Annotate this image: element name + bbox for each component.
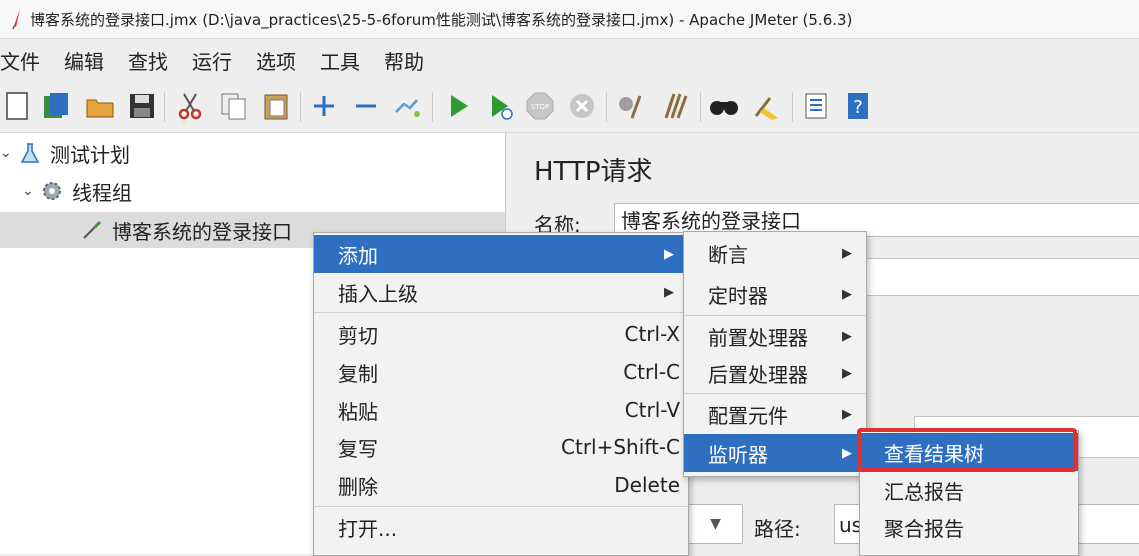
submenu-arrow-icon: ▶	[842, 445, 852, 461]
shortcut-label: Ctrl-V	[624, 398, 680, 422]
chevron-down-icon[interactable]: ⌄	[0, 145, 18, 161]
menu-config-element[interactable]: 配置元件 ▶	[684, 395, 866, 433]
submenu-arrow-icon: ▶	[842, 286, 852, 302]
menu-insert-parent[interactable]: 插入上级 ▶	[314, 273, 688, 311]
toolbar: STOP ?	[0, 80, 1139, 133]
stop-icon[interactable]: STOP	[524, 90, 556, 122]
pipette-icon	[83, 220, 102, 239]
menu-file[interactable]: 文件	[0, 46, 48, 75]
submenu-arrow-icon: ▶	[664, 246, 674, 262]
menu-summary-report[interactable]: 汇总报告	[860, 471, 1078, 509]
tree-node-thread-group[interactable]: ⌄ 线程组	[22, 173, 132, 209]
shortcut-label: Ctrl+Shift-C	[561, 435, 680, 459]
panel-title: HTTP请求	[534, 157, 653, 187]
path-label: 路径:	[754, 517, 801, 541]
menu-separator	[684, 315, 866, 316]
menu-assertions[interactable]: 断言 ▶	[684, 234, 866, 272]
gear-icon	[43, 182, 61, 200]
menu-timer[interactable]: 定时器 ▶	[684, 275, 866, 313]
open-icon[interactable]	[84, 90, 116, 122]
menu-paste[interactable]: 粘贴 Ctrl-V	[314, 391, 688, 429]
menu-open[interactable]: 打开...	[314, 508, 688, 546]
menu-listener[interactable]: 监听器 ▶	[684, 434, 866, 472]
submenu-arrow-icon: ▶	[842, 406, 852, 422]
tree-node-label: 测试计划	[50, 142, 130, 167]
shutdown-icon[interactable]	[566, 90, 598, 122]
add-submenu: 断言 ▶ 定时器 ▶ 前置处理器 ▶ 后置处理器 ▶ 配置元件 ▶ 监听器 ▶	[683, 231, 867, 477]
toggle-icon[interactable]	[390, 90, 422, 122]
submenu-arrow-icon: ▶	[842, 245, 852, 261]
window-title: 博客系统的登录接口.jmx (D:\java_practices\25-5-6f…	[30, 10, 853, 29]
toolbar-separator	[164, 92, 165, 122]
chevron-down-icon[interactable]: ⌄	[22, 183, 40, 199]
submenu-arrow-icon: ▶	[842, 365, 852, 381]
menu-options[interactable]: 选项	[256, 46, 304, 75]
jmeter-feather-icon	[12, 9, 20, 30]
toolbar-separator	[700, 92, 701, 122]
expand-icon[interactable]	[308, 90, 340, 122]
menu-help[interactable]: 帮助	[384, 46, 432, 75]
toolbar-separator	[300, 92, 301, 122]
menu-run[interactable]: 运行	[192, 46, 240, 75]
menu-post-processors[interactable]: 后置处理器 ▶	[684, 354, 866, 392]
clear-all-icon[interactable]	[658, 90, 690, 122]
start-icon[interactable]	[442, 90, 474, 122]
flask-icon	[20, 143, 40, 163]
help-icon[interactable]: ?	[842, 90, 874, 122]
chevron-down-icon: ▼	[710, 516, 721, 532]
paste-icon[interactable]	[260, 90, 292, 122]
menu-bar: 文件 编辑 查找 运行 选项 工具 帮助	[0, 42, 1139, 78]
annotation-highlight-box	[857, 428, 1077, 472]
menu-separator	[684, 393, 866, 394]
clear-icon[interactable]	[614, 90, 646, 122]
cut-icon[interactable]	[174, 90, 206, 122]
save-icon[interactable]	[126, 90, 158, 122]
new-icon[interactable]	[2, 90, 34, 122]
window-titlebar: 博客系统的登录接口.jmx (D:\java_practices\25-5-6f…	[0, 0, 1139, 39]
svg-text:?: ?	[853, 97, 863, 118]
svg-text:STOP: STOP	[531, 103, 549, 111]
templates-icon[interactable]	[40, 90, 72, 122]
menu-edit[interactable]: 编辑	[64, 46, 112, 75]
shortcut-label: Ctrl-C	[623, 360, 680, 384]
shortcut-label: Delete	[614, 473, 680, 497]
start-no-pause-icon[interactable]	[484, 90, 516, 122]
toolbar-separator	[606, 92, 607, 122]
tree-node-label: 线程组	[72, 180, 132, 205]
tree-node-test-plan[interactable]: ⌄ 测试计划	[0, 135, 130, 171]
menu-cut[interactable]: 剪切 Ctrl-X	[314, 315, 688, 353]
function-helper-icon[interactable]	[800, 90, 832, 122]
menu-separator	[314, 506, 688, 507]
menu-delete[interactable]: 删除 Delete	[314, 466, 688, 504]
search-icon[interactable]	[708, 90, 740, 122]
menu-search[interactable]: 查找	[128, 46, 176, 75]
reset-search-icon[interactable]	[750, 90, 782, 122]
collapse-icon[interactable]	[350, 90, 382, 122]
menu-add[interactable]: 添加 ▶	[314, 235, 688, 273]
menu-copy[interactable]: 复制 Ctrl-C	[314, 353, 688, 391]
tree-node-label: 博客系统的登录接口	[112, 219, 292, 244]
shortcut-label: Ctrl-X	[624, 322, 680, 346]
submenu-arrow-icon: ▶	[664, 284, 674, 300]
menu-separator	[314, 312, 688, 313]
method-dropdown[interactable]: ▼	[688, 504, 743, 544]
menu-tools[interactable]: 工具	[320, 46, 368, 75]
menu-aggregate-report[interactable]: 聚合报告	[860, 508, 1078, 546]
menu-duplicate[interactable]: 复写 Ctrl+Shift-C	[314, 428, 688, 466]
copy-icon[interactable]	[218, 90, 250, 122]
menu-pre-processors[interactable]: 前置处理器 ▶	[684, 317, 866, 355]
toolbar-separator	[792, 92, 793, 122]
toolbar-separator	[432, 92, 433, 122]
context-menu: 添加 ▶ 插入上级 ▶ 剪切 Ctrl-X 复制 Ctrl-C 粘贴 Ctrl-…	[313, 232, 689, 556]
submenu-arrow-icon: ▶	[842, 328, 852, 344]
